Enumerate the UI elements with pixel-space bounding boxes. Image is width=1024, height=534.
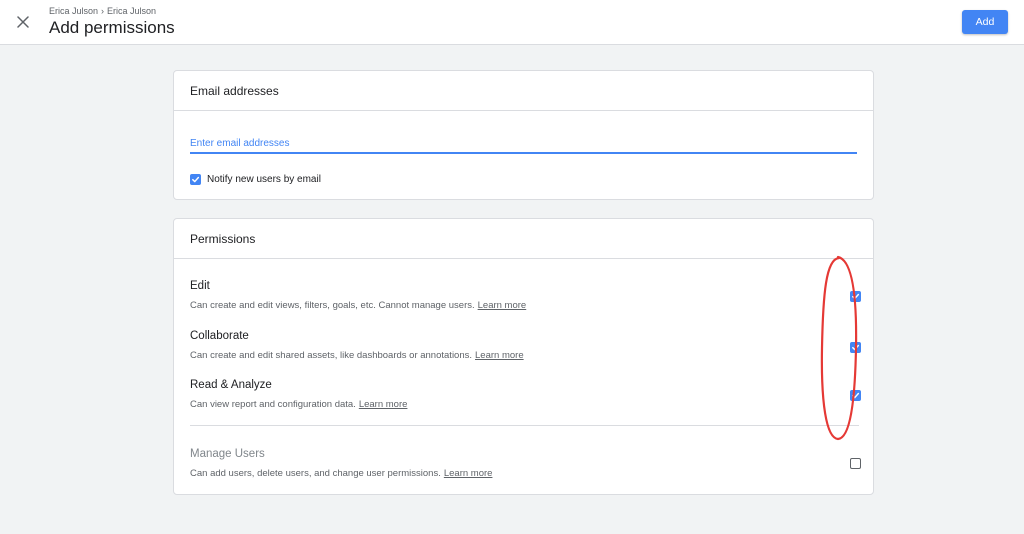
email-card-title: Email addresses [174, 71, 873, 111]
permission-title: Manage Users [190, 448, 265, 460]
read-analyze-checkbox[interactable] [850, 390, 861, 401]
permission-title: Read & Analyze [190, 379, 272, 391]
permission-description: Can view report and configuration data. L… [190, 399, 408, 410]
permission-description: Can create and edit views, filters, goal… [190, 300, 527, 311]
close-button[interactable] [12, 11, 34, 33]
checkmark-icon [852, 293, 860, 300]
email-input[interactable] [190, 134, 857, 154]
permission-description: Can add users, delete users, and change … [190, 468, 493, 479]
permission-title: Collaborate [190, 330, 249, 342]
top-bar: Erica Julson › Erica Julson Add permissi… [0, 0, 1024, 45]
permission-collaborate: Collaborate Can create and edit shared a… [190, 330, 861, 361]
permissions-card-title: Permissions [174, 219, 873, 259]
learn-more-link[interactable]: Learn more [444, 468, 493, 479]
checkmark-icon [852, 392, 860, 399]
breadcrumb: Erica Julson › Erica Julson [49, 6, 156, 16]
breadcrumb-account[interactable]: Erica Julson [49, 6, 98, 16]
section-divider [190, 425, 859, 426]
permission-edit: Edit Can create and edit views, filters,… [190, 280, 861, 311]
notify-label: Notify new users by email [207, 174, 321, 185]
permission-manage-users: Manage Users Can add users, delete users… [190, 448, 861, 479]
collaborate-checkbox[interactable] [850, 342, 861, 353]
learn-more-link[interactable]: Learn more [359, 399, 408, 410]
permission-description: Can create and edit shared assets, like … [190, 350, 524, 361]
edit-checkbox[interactable] [850, 291, 861, 302]
checkmark-icon [852, 344, 860, 351]
learn-more-link[interactable]: Learn more [475, 350, 524, 361]
permission-read-analyze: Read & Analyze Can view report and confi… [190, 379, 861, 410]
email-addresses-card: Email addresses Notify new users by emai… [173, 70, 874, 200]
notify-checkbox-row[interactable]: Notify new users by email [190, 174, 321, 185]
manage-users-checkbox[interactable] [850, 458, 861, 469]
checkmark-icon [192, 176, 200, 183]
notify-checkbox[interactable] [190, 174, 201, 185]
add-button[interactable]: Add [962, 10, 1008, 34]
permission-title: Edit [190, 280, 210, 292]
breadcrumb-property[interactable]: Erica Julson [107, 6, 156, 16]
breadcrumb-separator: › [101, 6, 105, 16]
learn-more-link[interactable]: Learn more [478, 300, 527, 311]
close-icon [17, 16, 29, 28]
page-title: Add permissions [49, 18, 175, 37]
permissions-card: Permissions Edit Can create and edit vie… [173, 218, 874, 495]
